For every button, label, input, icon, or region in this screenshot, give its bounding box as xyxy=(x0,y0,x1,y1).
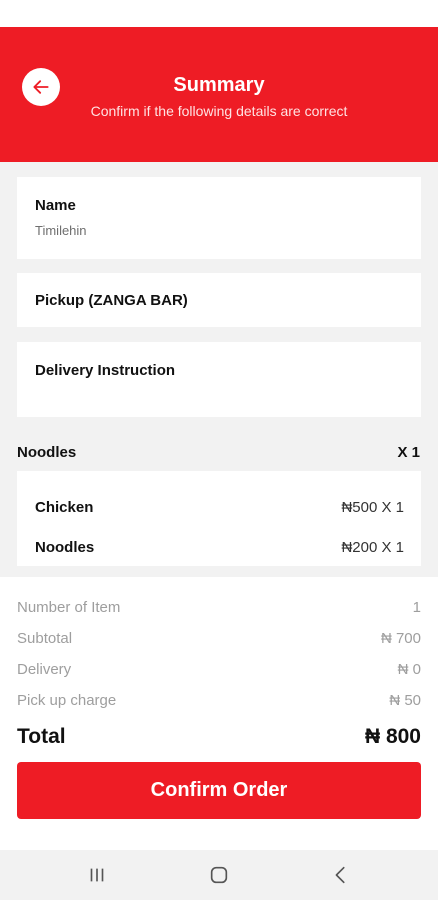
summary-value: ₦ 50 xyxy=(389,692,421,709)
addon-price: ₦500 X 1 xyxy=(341,499,404,516)
system-nav-bar xyxy=(0,850,438,900)
order-item-qty: X 1 xyxy=(397,444,420,461)
page-subtitle: Confirm if the following details are cor… xyxy=(90,103,348,119)
total-label: Total xyxy=(17,725,66,748)
order-item-name: Noodles xyxy=(17,444,77,461)
summary-row-subtotal: Subtotal ₦ 700 xyxy=(17,630,421,650)
summary-value: 1 xyxy=(412,599,421,616)
addon-name: Noodles xyxy=(35,539,95,556)
summary-label: Subtotal xyxy=(17,630,73,647)
home-button[interactable] xyxy=(204,862,234,888)
confirm-order-button[interactable]: Confirm Order xyxy=(17,762,421,819)
delivery-instruction-card[interactable]: Delivery Instruction xyxy=(17,342,421,417)
summary-row-delivery: Delivery ₦ 0 xyxy=(17,661,421,681)
back-icon xyxy=(335,866,345,884)
summary-row-pickup-charge: Pick up charge ₦ 50 xyxy=(17,692,421,712)
delivery-instruction-label: Delivery Instruction xyxy=(35,362,176,379)
name-value: Timilehin xyxy=(35,223,87,238)
nav-back-button[interactable] xyxy=(326,862,356,888)
summary-row-item-count: Number of Item 1 xyxy=(17,599,421,619)
order-details: Name Timilehin Pickup (ZANGA BAR) Delive… xyxy=(0,162,438,577)
home-icon xyxy=(210,866,228,884)
summary-value: ₦ 0 xyxy=(397,661,421,678)
recent-apps-button[interactable] xyxy=(82,862,112,888)
summary-header: Summary Confirm if the following details… xyxy=(0,27,438,162)
total-row: Total ₦ 800 xyxy=(17,725,421,753)
recent-apps-icon xyxy=(90,868,104,882)
summary-label: Pick up charge xyxy=(17,692,117,709)
name-card: Name Timilehin xyxy=(17,177,421,259)
status-bar xyxy=(0,0,438,27)
total-value: ₦ 800 xyxy=(364,725,421,748)
pickup-card: Pickup (ZANGA BAR) xyxy=(17,273,421,327)
addon-name: Chicken xyxy=(35,499,94,516)
name-label: Name xyxy=(35,197,76,214)
addon-price: ₦200 X 1 xyxy=(341,539,404,556)
pickup-label: Pickup (ZANGA BAR) xyxy=(35,292,188,309)
addons-card: Chicken ₦500 X 1 Noodles ₦200 X 1 xyxy=(17,471,421,566)
summary-value: ₦ 700 xyxy=(380,630,421,647)
page-title: Summary xyxy=(173,74,265,96)
summary-label: Number of Item xyxy=(17,599,121,616)
summary-label: Delivery xyxy=(17,661,72,678)
